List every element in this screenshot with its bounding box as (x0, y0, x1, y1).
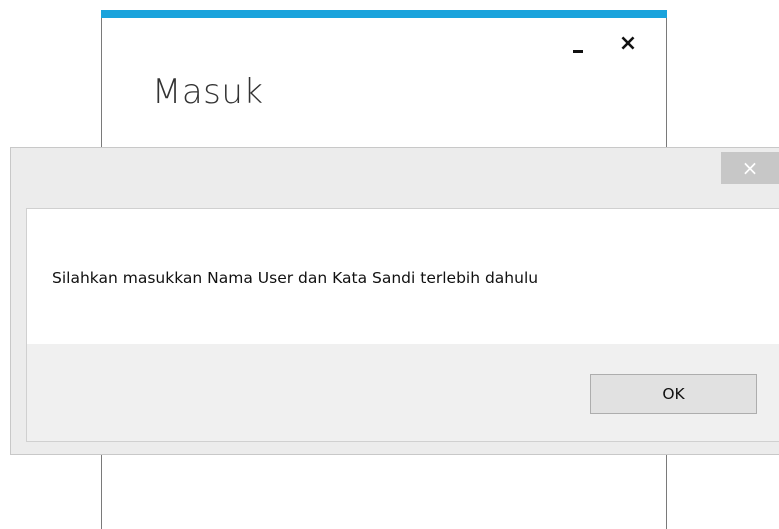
close-icon: × (741, 156, 759, 180)
dialog-close-button[interactable]: × (721, 152, 779, 184)
login-title: Masuk (152, 72, 264, 112)
message-box-dialog: × Silahkan masukkan Nama User dan Kata S… (10, 147, 779, 455)
ok-button[interactable]: OK (590, 374, 757, 414)
screen: × Masuk × Silahkan masukkan Nama User da… (0, 0, 779, 529)
dialog-body: Silahkan masukkan Nama User dan Kata San… (26, 208, 779, 442)
dialog-message: Silahkan masukkan Nama User dan Kata San… (52, 269, 539, 287)
close-button[interactable]: × (617, 30, 639, 56)
dialog-message-area: Silahkan masukkan Nama User dan Kata San… (27, 209, 779, 344)
login-window-accent-bar (101, 10, 667, 18)
minimize-button[interactable] (567, 32, 589, 54)
close-icon: × (618, 30, 638, 56)
minimize-icon (573, 49, 583, 53)
